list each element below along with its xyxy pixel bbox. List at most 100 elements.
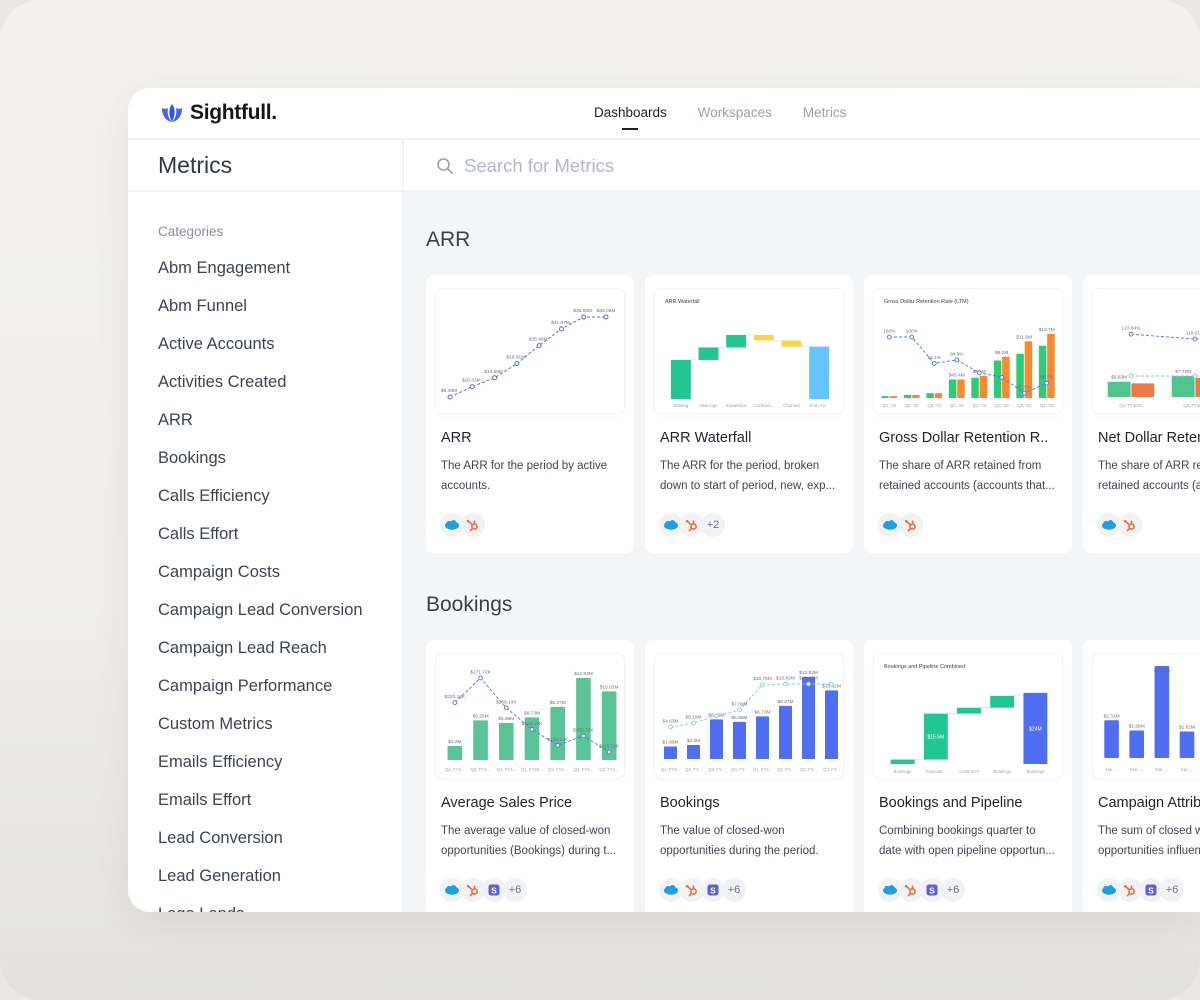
chart-asp: $2.2M $6.25M $5.86M $6.73M $8.37M $12.93M $10.… <box>445 670 620 773</box>
data-point <box>447 394 453 400</box>
data-label: $10.33M <box>462 378 481 384</box>
bar <box>1154 666 1170 758</box>
x-tick-label: Commit Pi <box>959 769 979 774</box>
sidebar-category-item[interactable]: Lead Conversion <box>158 827 402 865</box>
sidebar-category-item[interactable]: Emails Effort <box>158 789 402 827</box>
data-point <box>1021 390 1027 396</box>
chart-thumbnail: $1.98M$2.2M$6.25M$5.86M$6.73M$8.37M$12.9… <box>655 654 843 778</box>
sidebar-category-item[interactable]: Campaign Lead Conversion <box>158 599 402 637</box>
data-label: $164.16K <box>522 721 543 727</box>
x-tick-label: Bookings <box>1027 769 1045 774</box>
metric-card[interactable]: Gross Dollar Retention Rate (LTM) $45.4M $… <box>864 275 1072 553</box>
metric-card[interactable]: $2.2M $6.25M $5.86M $6.73M $8.37M $12.93M $10.… <box>426 640 634 912</box>
sidebar-category-item[interactable]: Custom Metrics <box>158 713 402 751</box>
bar-value-label: $5.86M <box>732 715 748 721</box>
data-point <box>783 681 788 687</box>
card-description-line: retained accounts (accounts that... <box>1098 480 1200 492</box>
search-bar <box>404 140 1200 192</box>
sidebar-category-item[interactable]: Active Accounts <box>158 333 402 371</box>
card-description-line: down to start of period, new, exp... <box>660 480 836 492</box>
data-label: $271.72K <box>470 670 491 676</box>
integration-list <box>1097 513 1142 537</box>
bar <box>664 746 677 759</box>
waterfall-bar <box>698 347 719 360</box>
data-label: $18.81M <box>507 355 526 361</box>
bar <box>733 721 746 759</box>
search-icon <box>437 158 453 174</box>
card-description-line: opportunities influenced... <box>1098 845 1200 857</box>
x-tick-label: Q4, FY2... <box>599 767 619 772</box>
waterfall-bar <box>726 334 747 348</box>
card-description-line: The ARR for the period by active <box>441 460 608 472</box>
data-label: $10.76M <box>753 676 772 682</box>
chart-bookings: $1.98M$2.2M$6.25M$5.86M$6.73M$8.37M$12.9… <box>661 670 841 772</box>
bar-value-label: $24M <box>1029 726 1042 732</box>
main-nav: Dashboards Workspaces Metrics <box>594 88 846 138</box>
metric-card[interactable]: $5.63M$7.72M$12.38M123.84%119.01%119.85%… <box>1083 275 1200 553</box>
x-tick-label: Q2, FY... <box>685 767 702 772</box>
logo[interactable]: Sightfull. <box>160 101 277 125</box>
nav-dashboards[interactable]: Dashboards <box>594 88 667 138</box>
x-tick-label: Q4, FY... <box>823 767 840 772</box>
sidebar-category-item[interactable]: Logo Lands <box>158 903 402 912</box>
section-title-arr: ARR <box>426 228 471 251</box>
sidebar-category-item[interactable]: Calls Effort <box>158 523 402 561</box>
card-title: Average Sales Price <box>441 795 573 811</box>
sidebar: Metrics Categories Abm Engagement Abm Fun… <box>128 140 404 912</box>
bar-value-label: $7.72M <box>1175 369 1191 375</box>
waterfall-bar <box>957 707 981 714</box>
sidebar-category-item[interactable]: Campaign Performance <box>158 675 402 713</box>
data-point <box>452 700 458 705</box>
card-description-line: Combining bookings quarter to <box>879 825 1036 837</box>
bar-value-label: $12.93M <box>799 670 818 676</box>
data-point <box>1192 336 1198 342</box>
sidebar-category-item[interactable]: ARR <box>158 409 402 447</box>
bar-value-label: $5.63M <box>1154 668 1170 674</box>
metric-card[interactable]: $6.48M $10.33M $13.58M $18.81M $25.49M $31.67… <box>426 275 634 553</box>
x-tick-label: Q2, '23 <box>995 403 1009 408</box>
x-tick-label: New logo <box>700 403 719 408</box>
nav-metrics[interactable]: Metrics <box>803 88 847 138</box>
data-label: $36.06M <box>597 308 616 314</box>
x-tick-label: Feb, ... <box>1130 767 1143 772</box>
data-point <box>514 361 520 367</box>
data-point <box>931 361 937 366</box>
bar-value-label: $2.2M <box>687 738 700 744</box>
bar-value-label: $1.68M <box>1129 724 1145 730</box>
card-title: ARR <box>441 430 472 446</box>
data-point <box>714 713 719 719</box>
data-point <box>555 743 561 748</box>
x-tick-label: Q1, FY2... <box>661 767 681 772</box>
data-point <box>492 375 498 381</box>
sidebar-category-item[interactable]: Bookings <box>158 447 402 485</box>
card-title: ARR Waterfall <box>660 430 752 446</box>
sidebar-category-item[interactable]: Emails Efficiency <box>158 751 402 789</box>
card-description: The average value of closed-won opportuni… <box>441 821 629 861</box>
metric-card[interactable]: $1.98M$2.2M$6.25M$5.86M$6.73M$8.37M$12.9… <box>645 640 853 912</box>
chart-bookings-pipeline: Bookings and Pipeline Combined Bookings $1… <box>884 664 1048 774</box>
bar <box>1107 381 1131 397</box>
chart-thumbnail: $5.63M$7.72M$12.38M123.84%119.01%119.85%… <box>1093 289 1200 413</box>
metric-card[interactable]: $2.31M Jan, ... $1.68M Feb, ... $5.63M Mar, .… <box>1083 640 1200 912</box>
chart-gdr: Gross Dollar Retention Rate (LTM) $45.4M $… <box>881 299 1055 408</box>
category-list: Abm Engagement Abm Funnel Active Accounts A… <box>158 257 402 912</box>
sidebar-category-item[interactable]: Lead Generation <box>158 865 402 903</box>
sidebar-category-item[interactable]: Activities Created <box>158 371 402 409</box>
sidebar-category-item[interactable]: Campaign Lead Reach <box>158 637 402 675</box>
sidebar-category-item[interactable]: Abm Funnel <box>158 295 402 333</box>
x-tick-label: Q3, '22 <box>927 403 941 408</box>
metric-card[interactable]: ARR Waterfall Starting New logo Expansion Co… <box>645 275 853 553</box>
metric-card[interactable]: Bookings and Pipeline Combined Bookings $1… <box>864 640 1072 912</box>
bar-value-label: $6.25M <box>473 713 489 719</box>
data-label: 89.7% <box>1040 375 1054 381</box>
sidebar-category-item[interactable]: Campaign Costs <box>158 561 402 599</box>
sidebar-category-item[interactable]: Abm Engagement <box>158 257 402 295</box>
integration-list <box>440 513 485 537</box>
nav-workspaces[interactable]: Workspaces <box>698 88 772 138</box>
data-point <box>954 357 960 363</box>
data-point <box>469 384 475 390</box>
sidebar-category-item[interactable]: Calls Efficiency <box>158 485 402 523</box>
search-input[interactable] <box>464 150 1064 182</box>
card-description-line: The share of ARR retained from <box>879 460 1042 472</box>
data-point <box>829 681 834 687</box>
